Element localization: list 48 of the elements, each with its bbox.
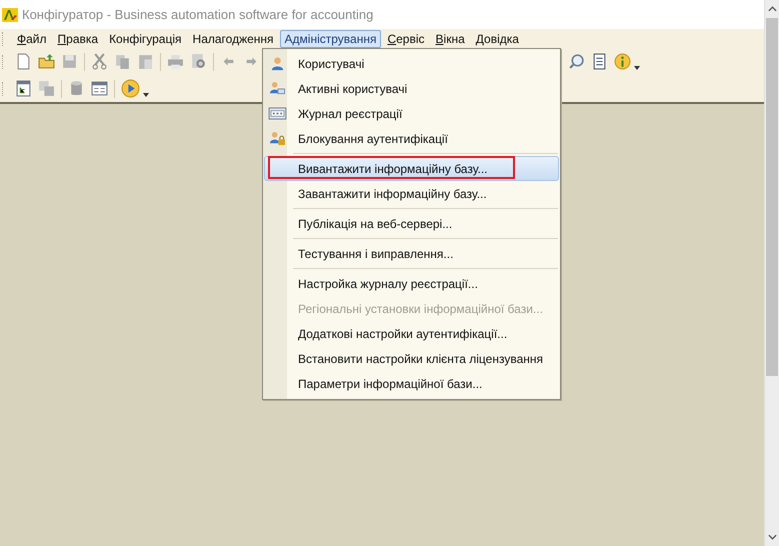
menu-item[interactable]: Публікація на веб-сервері...	[264, 211, 559, 236]
clipboard-icon[interactable]	[137, 53, 154, 70]
search-icon[interactable]	[568, 53, 585, 70]
menu-item[interactable]: Правка	[52, 30, 104, 48]
menu-item[interactable]: Файл	[12, 30, 52, 48]
copy-icon[interactable]	[114, 53, 131, 70]
compare-icon[interactable]	[38, 80, 55, 97]
undo-icon[interactable]	[222, 55, 235, 68]
save-icon[interactable]	[61, 53, 78, 70]
menu-item[interactable]: Журнал реєстрації	[264, 101, 559, 126]
users-icon	[270, 81, 284, 96]
new-document-icon[interactable]	[15, 53, 32, 70]
preview-icon[interactable]	[190, 53, 207, 70]
tree-window-icon[interactable]	[15, 80, 32, 97]
menu-item[interactable]: Вивантажити інформаційну базу...	[264, 156, 559, 181]
menu-item[interactable]: Довідка	[470, 30, 524, 48]
menu-item[interactable]: Вікна	[430, 30, 470, 48]
menu-item[interactable]: Конфігурація	[104, 30, 187, 48]
menu-item[interactable]: Завантажити інформаційну базу...	[264, 181, 559, 206]
menu-item[interactable]: Параметри інформаційної бази...	[264, 371, 559, 396]
menu-item[interactable]: Тестування і виправлення...	[264, 241, 559, 266]
form-icon[interactable]	[91, 80, 108, 97]
caret-icon[interactable]	[143, 92, 149, 96]
folder-icon[interactable]	[38, 53, 55, 70]
scroll-down-icon[interactable]	[768, 534, 776, 540]
scroll-up-icon[interactable]	[768, 6, 776, 12]
redo-icon[interactable]	[245, 55, 258, 68]
menu-item[interactable]: Блокування аутентифікації	[264, 126, 559, 151]
caret-icon[interactable]	[634, 66, 640, 70]
menu-item[interactable]: Настройка журналу реєстрації...	[264, 271, 559, 296]
scrollbar-thumb[interactable]	[766, 18, 778, 376]
user-lock-icon	[270, 131, 284, 146]
window-title: Конфігуратор - Business automation software for accounting	[22, 7, 374, 22]
play-icon[interactable]	[121, 79, 140, 98]
menu-item[interactable]: Адміністрування	[280, 30, 382, 48]
menu-item[interactable]: Налагодження	[188, 30, 279, 48]
document-icon[interactable]	[591, 53, 608, 70]
user-icon	[270, 56, 284, 71]
database-icon[interactable]	[68, 80, 85, 97]
scrollbar[interactable]	[764, 0, 779, 546]
info-icon[interactable]	[614, 53, 631, 70]
log-icon	[268, 107, 286, 120]
menu-item[interactable]: Встановити настройки клієнта ліцензування	[264, 346, 559, 371]
scissors-icon[interactable]	[91, 53, 108, 70]
menu-item[interactable]: Додаткові настройки аутентифікації...	[264, 321, 559, 346]
menu-item[interactable]: Сервіс	[382, 30, 430, 48]
app-logo-icon	[2, 6, 18, 22]
printer-icon[interactable]	[167, 53, 184, 70]
